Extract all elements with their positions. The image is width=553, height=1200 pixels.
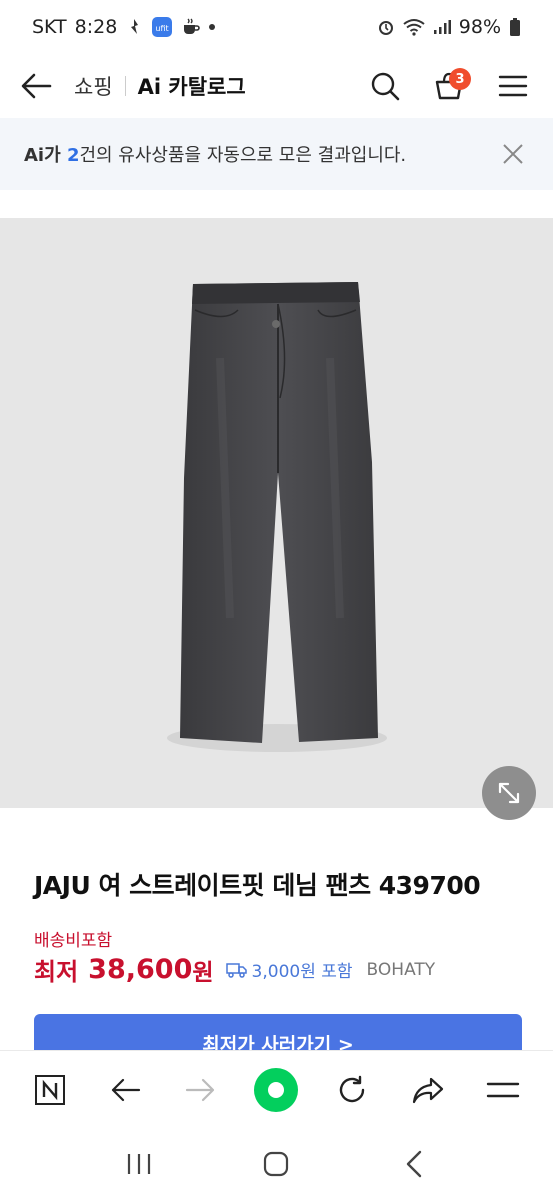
battery-icon (509, 17, 521, 37)
battery-percent: 98% (458, 16, 501, 38)
price-unit: 원 (192, 959, 214, 986)
system-home-icon (264, 1151, 289, 1177)
brand: 쇼핑 Ai 카탈로그 (74, 71, 246, 101)
browser-toolbar (0, 1050, 553, 1128)
svg-text:ufit: ufit (156, 24, 169, 33)
forward-icon (185, 1078, 215, 1101)
system-navigation (0, 1128, 553, 1200)
expand-image-button[interactable] (482, 766, 536, 820)
clock: 8:28 (74, 16, 118, 38)
product-image (167, 282, 387, 752)
truck-icon (225, 962, 247, 978)
naver-home-button[interactable] (26, 1066, 74, 1114)
app-header: 쇼핑 Ai 카탈로그 3 (0, 54, 553, 118)
notice-close-button[interactable] (497, 138, 529, 170)
home-icon (254, 1067, 299, 1112)
close-icon (503, 144, 523, 164)
menu-icon (486, 1082, 520, 1097)
menu-icon (498, 75, 528, 97)
refresh-button[interactable] (328, 1066, 376, 1114)
shipping-fee-text: 3,000원 포함 (251, 962, 353, 982)
price-label: 최저 (34, 958, 79, 986)
home-icon-inner (268, 1081, 285, 1098)
page-title: Ai 카탈로그 (137, 75, 246, 99)
more-notifications-dot (209, 24, 216, 30)
shipping-fee: 3,000원 포함 (225, 957, 353, 982)
shipping-included-label: 배송비포함 (34, 931, 113, 951)
forward-nav-button[interactable] (177, 1066, 225, 1114)
back-button[interactable] (20, 66, 60, 106)
notice-prefix: Ai가 (24, 145, 67, 166)
price-row: 최저 38,600 원 3,000원 포함 BOHATY (34, 952, 435, 987)
refresh-icon (339, 1075, 365, 1102)
app-badge-icon: ufit (151, 16, 173, 38)
cart-count-badge: 3 (449, 68, 471, 90)
status-right: 98% (377, 16, 521, 38)
signal-icon (433, 19, 451, 35)
home-button[interactable] (252, 1066, 300, 1114)
product-title: JAJU 여 스트레이트핏 데님 팬츠 439700 (34, 871, 481, 900)
carrier: SKT (32, 16, 67, 38)
ai-notice-banner: Ai가 2건의 유사상품을 자동으로 모은 결과입니다. (0, 118, 553, 190)
coffee-icon (181, 17, 201, 37)
brand-divider (124, 76, 126, 96)
notice-suffix: 건의 유사상품을 자동으로 모은 결과입니다. (79, 145, 407, 166)
notice-count: 2 (66, 145, 80, 166)
page: SKT 8:28 ufit 98% 쇼핑 Ai 카탈로그 3 Ai가 2건의 유… (0, 0, 553, 1200)
back-arrow-icon (21, 73, 52, 99)
system-back-button[interactable] (390, 1140, 438, 1188)
product-image-area[interactable] (0, 218, 553, 820)
menu-button[interactable] (493, 66, 533, 106)
share-button[interactable] (404, 1066, 452, 1114)
search-icon (371, 72, 400, 101)
status-bar: SKT 8:28 ufit 98% (0, 0, 553, 54)
chevron-left-icon (406, 1150, 422, 1178)
status-left: SKT 8:28 ufit (32, 16, 216, 38)
wifi-icon (403, 18, 425, 36)
browser-menu-button[interactable] (479, 1066, 527, 1114)
notification-figure-icon (125, 17, 143, 37)
system-home-button[interactable] (252, 1140, 300, 1188)
recent-apps-icon (127, 1154, 150, 1174)
price-value: 38,600 (88, 954, 193, 985)
alarm-icon (377, 18, 395, 36)
naver-n-icon (34, 1074, 65, 1105)
search-button[interactable] (365, 66, 405, 106)
section-link[interactable]: 쇼핑 (74, 71, 113, 101)
recent-apps-button[interactable] (115, 1140, 163, 1188)
share-icon (412, 1077, 443, 1103)
back-nav-button[interactable] (101, 1066, 149, 1114)
cart-button[interactable]: 3 (429, 66, 471, 106)
header-actions: 3 (365, 66, 533, 106)
seller-name[interactable]: BOHATY (367, 960, 436, 980)
back-arrow-icon (112, 1078, 141, 1101)
expand-icon (498, 782, 520, 804)
notice-text: Ai가 2건의 유사상품을 자동으로 모은 결과입니다. (24, 141, 406, 167)
